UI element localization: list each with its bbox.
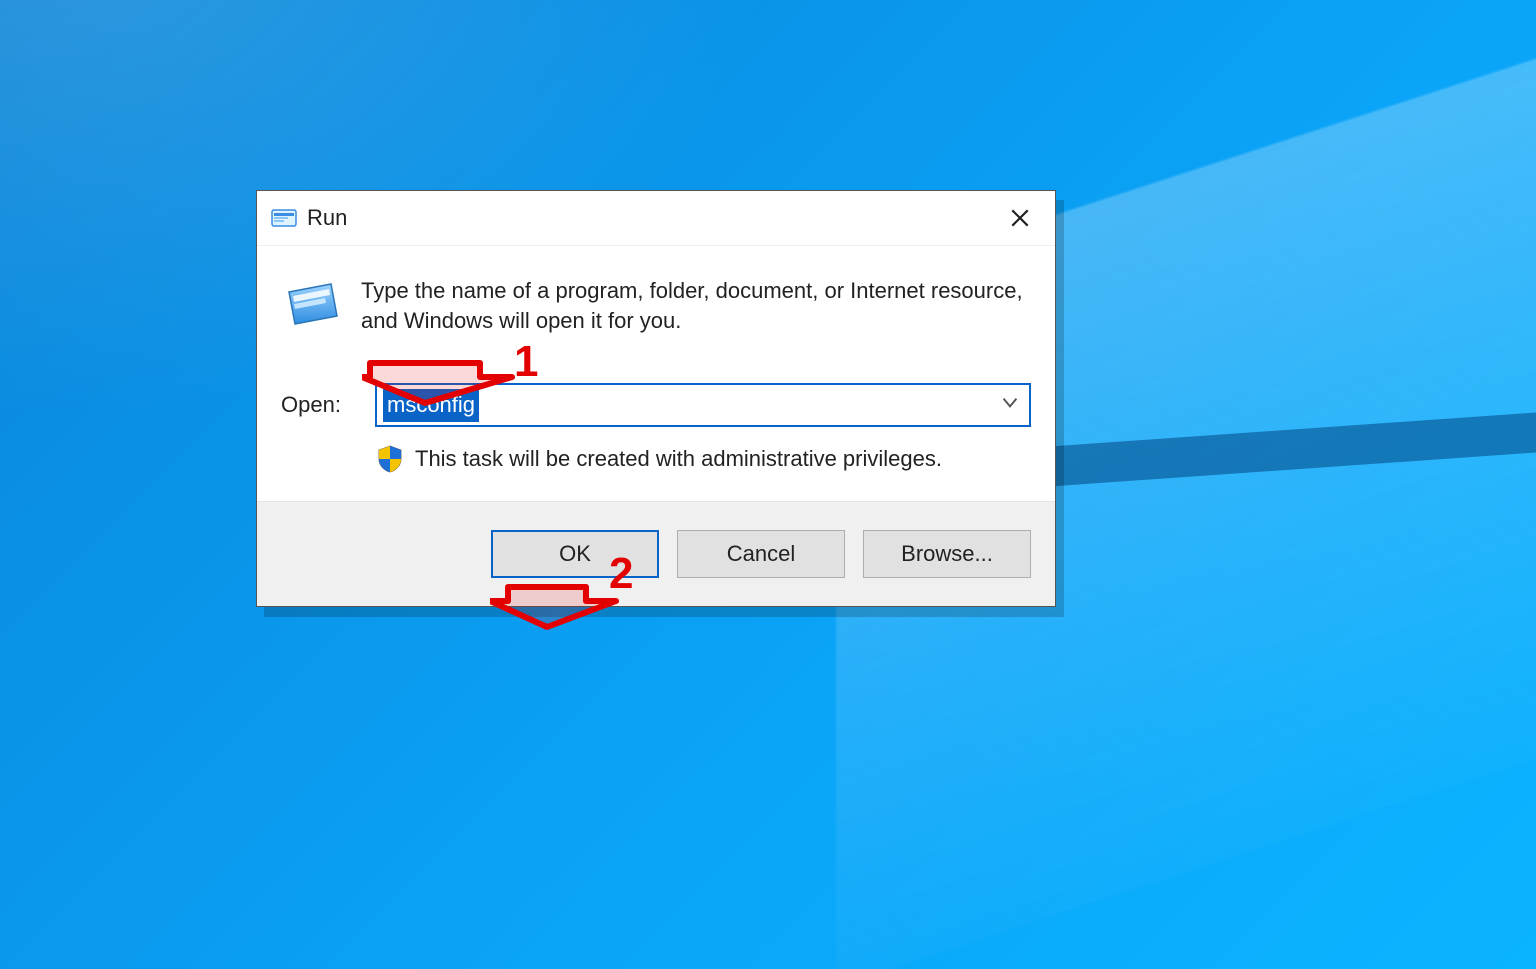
close-icon [1009,207,1031,229]
cancel-button[interactable]: Cancel [677,530,845,578]
dialog-description: Type the name of a program, folder, docu… [361,276,1031,335]
close-button[interactable] [995,198,1045,238]
chevron-down-icon[interactable] [1001,394,1019,417]
open-value: msconfig [383,389,479,422]
admin-privileges-text: This task will be created with administr… [415,446,942,472]
ok-button[interactable]: OK [491,530,659,578]
dialog-title: Run [307,205,995,231]
shield-icon [377,445,403,473]
titlebar[interactable]: Run [257,191,1055,246]
run-large-icon [285,278,341,334]
browse-button[interactable]: Browse... [863,530,1031,578]
button-bar: OK Cancel Browse... [257,501,1055,606]
open-combobox[interactable]: msconfig [375,383,1031,427]
open-label: Open: [281,392,359,418]
run-icon [271,207,297,229]
run-dialog: Run [256,190,1056,607]
